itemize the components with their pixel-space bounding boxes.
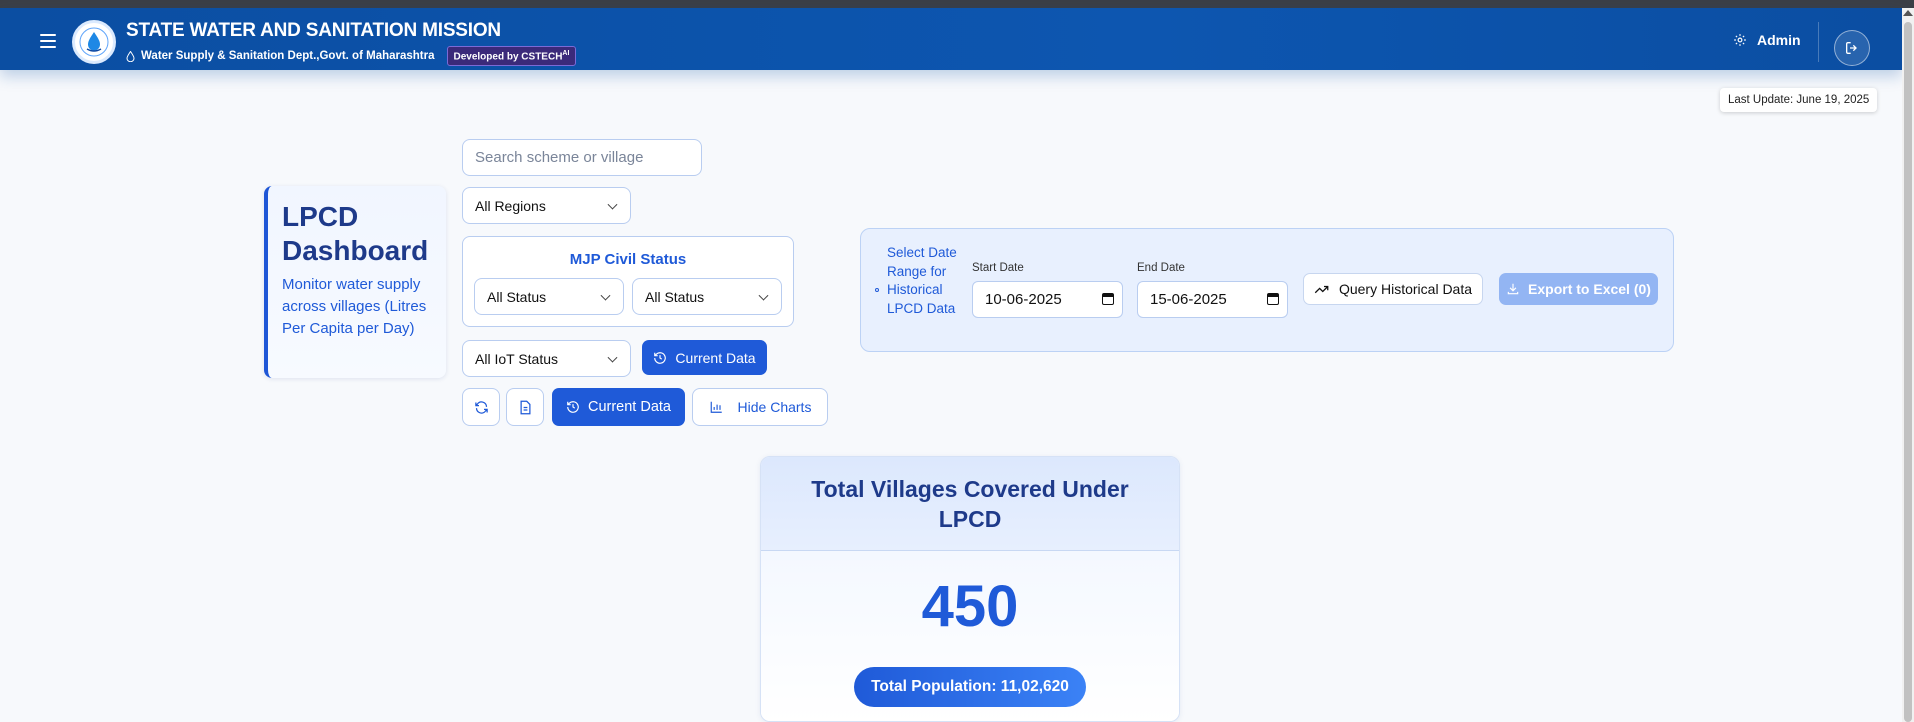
chevron-down-icon — [758, 290, 769, 301]
population-badge: Total Population: 11,02,620 — [854, 667, 1086, 707]
subtitle-text: Water Supply & Sanitation Dept.,Govt. of… — [141, 50, 435, 63]
current-data-label: Current Data — [675, 349, 756, 366]
hide-charts-button[interactable]: Hide Charts — [692, 388, 828, 426]
calendar-icon[interactable] — [1267, 293, 1279, 305]
villages-count: 450 — [921, 574, 1019, 639]
water-drop-logo — [72, 20, 116, 64]
start-date-input[interactable]: 10-06-2025 — [972, 281, 1123, 318]
last-update-badge: Last Update: June 19, 2025 — [1720, 88, 1878, 112]
header-divider — [1818, 22, 1819, 62]
hamburger-icon[interactable] — [40, 34, 56, 48]
download-icon — [1507, 283, 1519, 295]
page-description: Monitor water supply across villages (Li… — [282, 276, 427, 337]
report-button[interactable] — [506, 388, 544, 426]
civil-status-select-2[interactable]: All Status — [632, 278, 782, 315]
dashboard-title-card: LPCD Dashboard Monitor water supply acro… — [264, 186, 446, 378]
refresh-icon — [474, 400, 488, 414]
stat-card-header: Total Villages Covered Under LPCD — [761, 457, 1179, 551]
start-date-value: 10-06-2025 — [985, 291, 1062, 308]
civil-status-select-1-value: All Status — [487, 288, 547, 305]
chevron-down-icon — [600, 290, 611, 301]
scroll-up-arrow[interactable] — [1903, 10, 1913, 16]
app-header: STATE WATER AND SANITATION MISSION Water… — [0, 8, 1902, 70]
region-select[interactable]: All Regions — [462, 187, 631, 224]
civil-status-select-2-value: All Status — [645, 288, 705, 305]
drop-icon — [126, 50, 135, 62]
hide-charts-label: Hide Charts — [737, 399, 812, 415]
chevron-down-icon — [607, 352, 618, 363]
bullet-icon — [875, 288, 879, 292]
civil-status-title: MJP Civil Status — [569, 251, 687, 268]
current-data-label-2: Current Data — [587, 399, 671, 415]
query-historical-label: Query Historical Data — [1338, 281, 1473, 297]
trending-up-icon — [1314, 285, 1329, 294]
bar-chart-icon — [710, 401, 722, 413]
iot-status-select[interactable]: All IoT Status — [462, 340, 631, 377]
app-title: STATE WATER AND SANITATION MISSION — [126, 20, 501, 41]
end-date-input[interactable]: 15-06-2025 — [1137, 281, 1288, 318]
admin-menu[interactable]: Admin — [1733, 32, 1801, 48]
app-subtitle: Water Supply & Sanitation Dept.,Govt. of… — [126, 46, 577, 67]
logout-icon — [1846, 42, 1857, 54]
start-date-label: Start Date — [972, 262, 1024, 274]
export-excel-button[interactable]: Export to Excel (0) — [1499, 273, 1658, 305]
end-date-label: End Date — [1137, 262, 1185, 274]
admin-label: Admin — [1757, 32, 1801, 48]
history-icon — [567, 401, 579, 413]
stat-card-title: Total Villages Covered Under LPCD — [811, 475, 1129, 532]
region-select-value: All Regions — [475, 197, 546, 214]
end-date-value: 15-06-2025 — [1150, 291, 1227, 308]
export-excel-label: Export to Excel (0) — [1528, 281, 1651, 297]
developer-badge: Developed by CSTECHAI — [446, 46, 577, 67]
historical-range-label: Select Date Range for Historical LPCD Da… — [887, 245, 957, 316]
gear-icon — [1734, 34, 1746, 46]
search-input[interactable]: Search scheme or village — [462, 139, 702, 176]
civil-status-select-1[interactable]: All Status — [474, 278, 624, 315]
calendar-icon[interactable] — [1102, 293, 1114, 305]
scrollbar-thumb[interactable] — [1904, 22, 1912, 722]
history-icon — [654, 351, 667, 364]
logout-button[interactable] — [1834, 30, 1870, 66]
refresh-button[interactable] — [462, 388, 500, 426]
current-data-button-2[interactable]: Current Data — [552, 388, 685, 426]
stat-card-body: 450 Total Population: 11,02,620 — [761, 551, 1179, 721]
document-icon — [520, 400, 530, 414]
chevron-down-icon — [607, 199, 618, 210]
page-title: LPCD Dashboard — [282, 201, 429, 266]
villages-stat-card: Total Villages Covered Under LPCD 450 To… — [760, 456, 1180, 722]
current-data-button[interactable]: Current Data — [642, 340, 767, 375]
iot-status-select-value: All IoT Status — [475, 350, 559, 367]
browser-top-strip — [0, 0, 1914, 8]
query-historical-button[interactable]: Query Historical Data — [1303, 273, 1483, 305]
